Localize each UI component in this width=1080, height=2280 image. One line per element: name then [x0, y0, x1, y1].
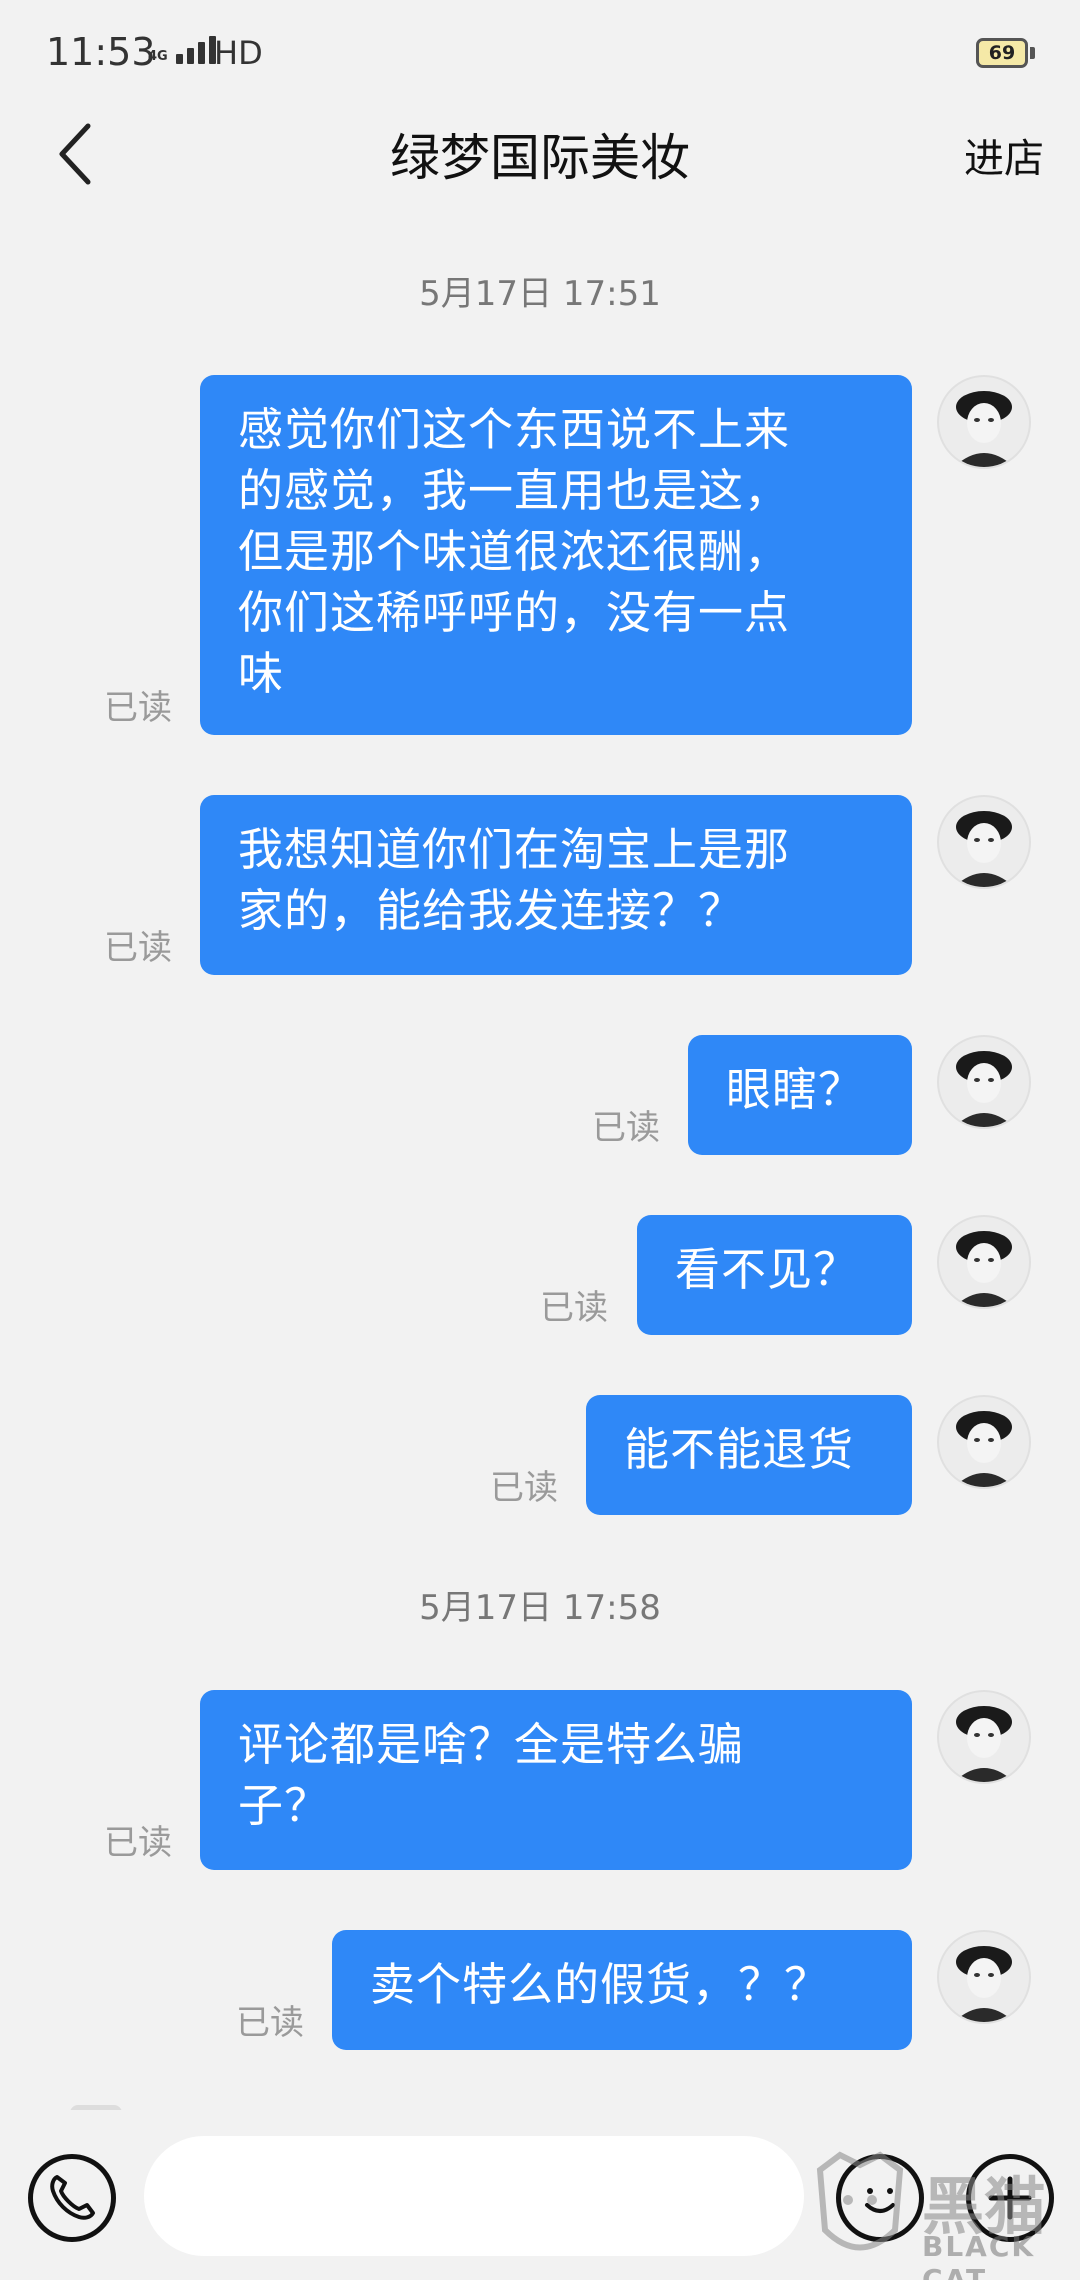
message-line: 卖个特么的假货，？？ [370, 1958, 831, 2011]
black-cat-logo-icon [816, 2151, 904, 2251]
avatar[interactable] [937, 1690, 1031, 1784]
message-timestamp: 5月17日 17:58 [419, 1588, 661, 1628]
battery-tip [1030, 47, 1035, 59]
message-line: 的感觉，我一直用也是这， [238, 464, 791, 517]
message-line: 但是那个味道很浓还很酬， [238, 525, 791, 578]
avatar[interactable] [937, 375, 1031, 469]
chat-screen: 11:53 4G HD 69 绿梦国际美妆 进店 5月17日 17:51 感觉你… [0, 0, 1080, 2280]
enter-store-button[interactable]: 进店 [964, 126, 1044, 184]
phone-icon [50, 2175, 95, 2220]
avatar-image [954, 391, 1014, 467]
read-status: 已读 [104, 1823, 172, 1863]
message-bubble[interactable]: 感觉你们这个东西说不上来 的感觉，我一直用也是这， 但是那个味道很浓还很酬， 你… [200, 375, 912, 735]
read-status: 已读 [540, 1288, 608, 1328]
message-timestamp: 5月17日 17:51 [419, 274, 661, 314]
avatar[interactable] [937, 1215, 1031, 1309]
message-bubble[interactable]: 能不能退货 [586, 1395, 912, 1515]
message-line: 看不见？ [675, 1243, 860, 1296]
read-status: 已读 [592, 1108, 660, 1148]
avatar-image [954, 1231, 1014, 1307]
message-bubble[interactable]: 我想知道你们在淘宝上是那 家的，能给我发连接？？ [200, 795, 912, 975]
message-bubble[interactable]: 卖个特么的假货，？？ [332, 1930, 912, 2050]
message-bubble[interactable]: 眼瞎？ [688, 1035, 912, 1155]
battery-level: 69 [988, 42, 1016, 64]
message-input[interactable] [144, 2136, 804, 2256]
status-bar: 11:53 4G HD 69 [0, 0, 1080, 110]
hd-label: HD [214, 34, 263, 72]
message-line: 子？ [238, 1779, 331, 1832]
network-label: 4G [148, 49, 168, 64]
message-line: 家的，能给我发连接？？ [238, 884, 745, 937]
battery-icon: 69 [976, 38, 1028, 68]
read-status: 已读 [490, 1468, 558, 1508]
read-status: 已读 [104, 688, 172, 728]
status-time: 11:53 [46, 30, 156, 74]
message-line: 能不能退货 [624, 1423, 855, 1476]
avatar-image [954, 1411, 1014, 1487]
message-line: 我想知道你们在淘宝上是那 [238, 823, 791, 876]
avatar[interactable] [937, 1930, 1031, 2024]
phone-button[interactable] [28, 2154, 116, 2242]
signal-bar [197, 42, 205, 64]
avatar-image [954, 811, 1014, 887]
nav-bar: 绿梦国际美妆 进店 [0, 110, 1080, 250]
message-line: 你们这稀呼呼的，没有一点 [238, 586, 791, 639]
message-line: 味 [238, 647, 285, 700]
read-status: 已读 [104, 928, 172, 968]
message-line: 感觉你们这个东西说不上来 [238, 403, 791, 456]
avatar[interactable] [937, 1395, 1031, 1489]
avatar[interactable] [937, 1035, 1031, 1129]
page-title: 绿梦国际美妆 [390, 129, 690, 187]
message-line: 眼瞎？ [726, 1063, 865, 1116]
watermark-en: BLACK CAT [922, 2230, 1036, 2280]
signal-bar [186, 48, 194, 64]
read-status: 已读 [236, 2003, 304, 2043]
avatar-image [954, 1706, 1014, 1782]
watermark: 黑猫 BLACK CAT [810, 2150, 1080, 2280]
signal-bar [175, 54, 183, 64]
message-bubble[interactable]: 看不见？ [637, 1215, 912, 1335]
message-bubble[interactable]: 评论都是啥？全是特么骗 子？ [200, 1690, 912, 1870]
avatar-image [954, 1051, 1014, 1127]
avatar-image [954, 1946, 1014, 2022]
avatar[interactable] [937, 795, 1031, 889]
message-line: 评论都是啥？全是特么骗 [238, 1718, 745, 1771]
signal-icon: 4G [148, 36, 216, 64]
